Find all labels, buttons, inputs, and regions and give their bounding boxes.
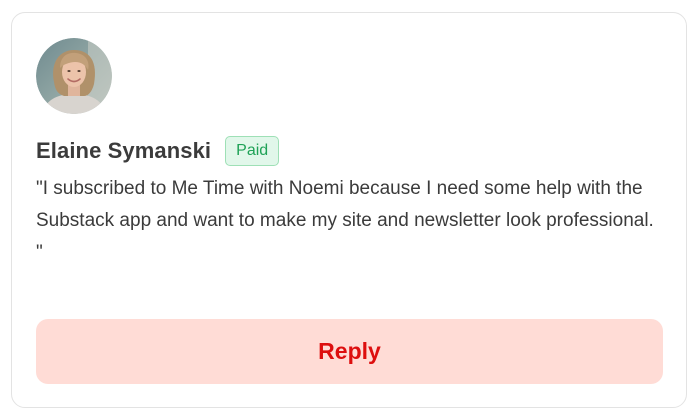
avatar[interactable] bbox=[36, 38, 112, 114]
paid-badge: Paid bbox=[225, 136, 280, 166]
author-row: Elaine Symanski Paid bbox=[36, 134, 280, 168]
avatar-photo bbox=[36, 38, 112, 114]
subscriber-comment-card: Elaine Symanski Paid "I subscribed to Me… bbox=[11, 12, 687, 408]
comment-text: "I subscribed to Me Time with Noemi beca… bbox=[36, 178, 654, 263]
reply-button[interactable]: Reply bbox=[36, 319, 663, 384]
author-name[interactable]: Elaine Symanski bbox=[36, 138, 211, 164]
